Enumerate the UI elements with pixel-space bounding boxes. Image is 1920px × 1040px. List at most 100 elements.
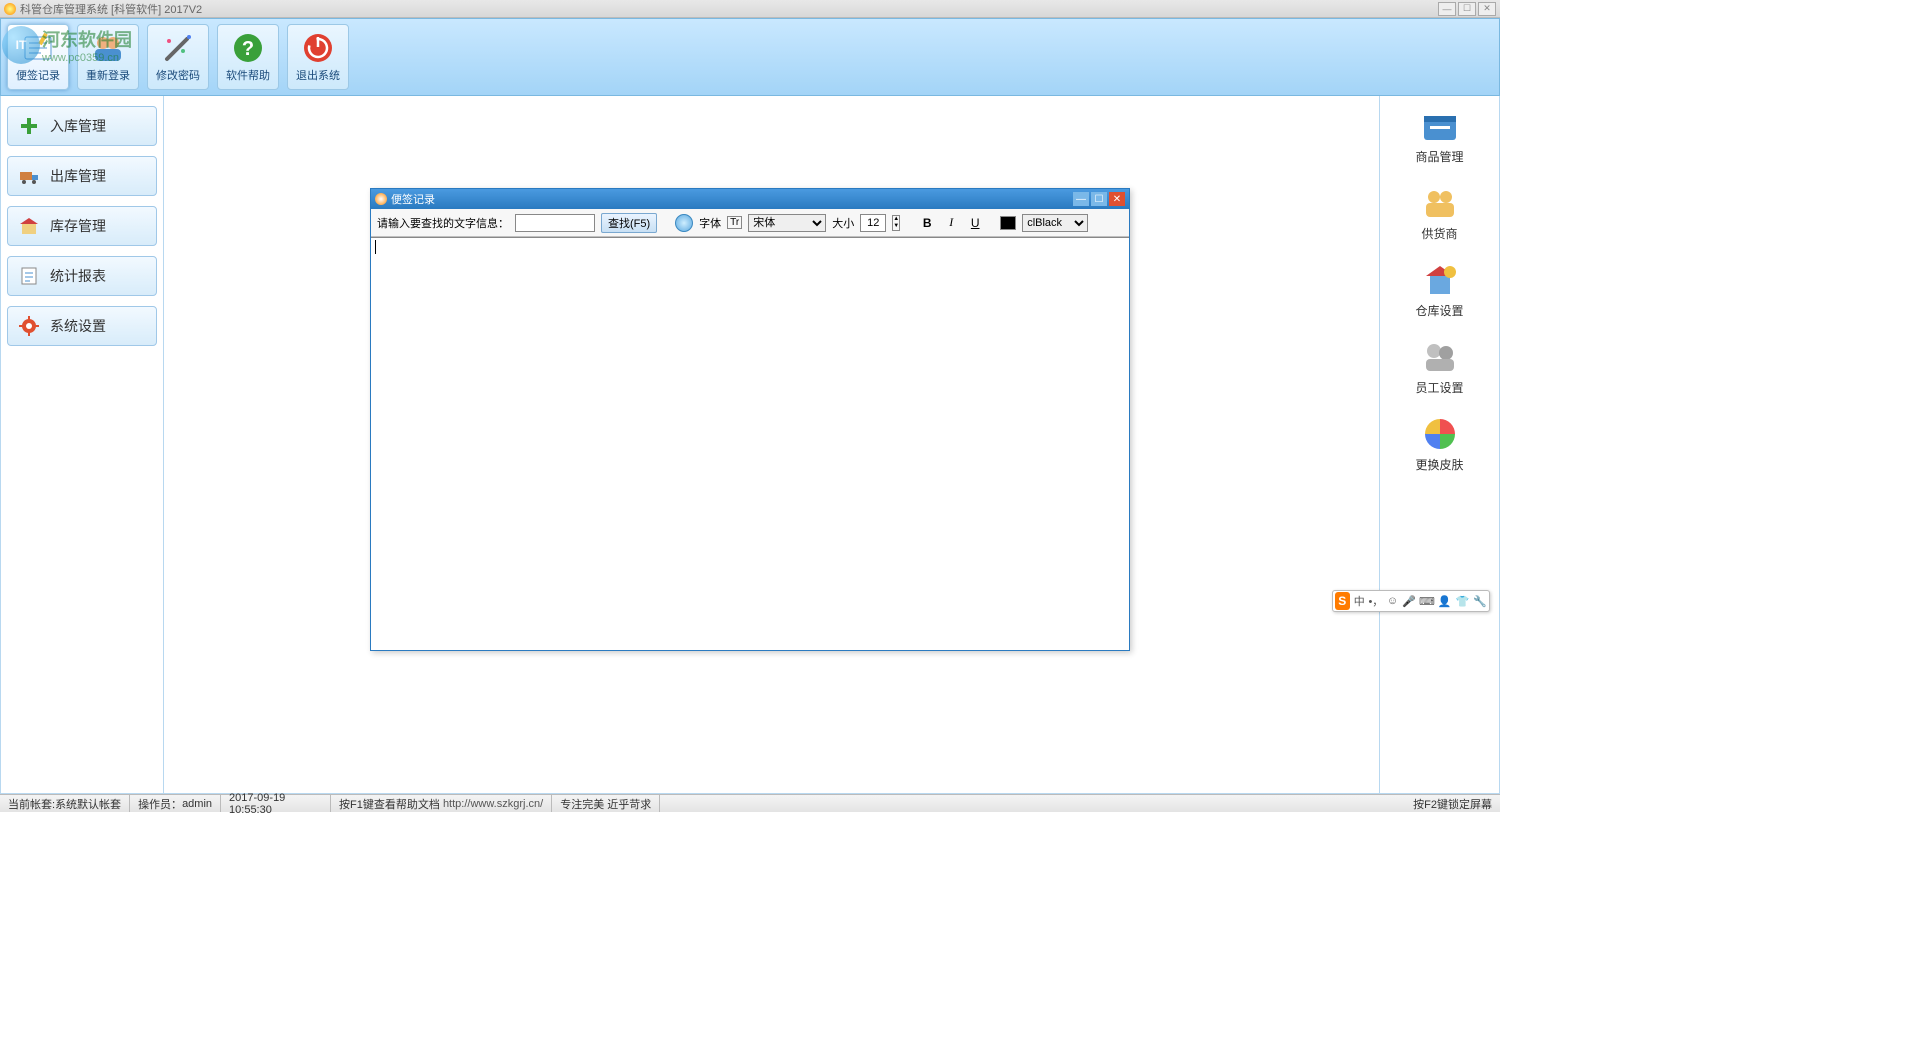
nav-report-label: 统计报表: [50, 266, 106, 286]
ime-user-icon[interactable]: 👤: [1438, 594, 1452, 608]
status-bar: 当前帐套: 系统默认帐套 操作员： admin 2017-09-19 10:55…: [0, 794, 1500, 812]
supplier-icon: [1420, 185, 1460, 221]
note-close-button[interactable]: ✕: [1109, 192, 1125, 206]
nav-settings-label: 系统设置: [50, 316, 106, 336]
skin-label: 更换皮肤: [1415, 456, 1463, 473]
skin-icon: [1420, 416, 1460, 452]
change-password-button[interactable]: 修改密码: [147, 24, 209, 90]
search-input[interactable]: [515, 214, 595, 232]
underline-button[interactable]: U: [966, 214, 984, 232]
nav-outbound-button[interactable]: 出库管理: [7, 156, 157, 196]
note-record-button[interactable]: 便签记录: [7, 24, 69, 90]
nav-report-button[interactable]: 统计报表: [7, 256, 157, 296]
note-icon: [21, 31, 55, 65]
operator-value: admin: [182, 798, 212, 810]
truck-icon: [18, 165, 40, 187]
staff-icon: [1420, 339, 1460, 375]
account-label: 当前帐套:: [8, 796, 55, 812]
svg-text:?: ?: [242, 38, 254, 60]
center-workspace: 便签记录 — ☐ ✕ 请输入要查找的文字信息： 查找(F5) 字体 Tr 宋体 …: [164, 96, 1380, 794]
slogan-text: 专注完美 近乎苛求: [560, 796, 651, 812]
status-operator: 操作员： admin: [130, 795, 221, 812]
report-icon: [18, 265, 40, 287]
minimize-button[interactable]: —: [1438, 2, 1456, 16]
exit-button[interactable]: 退出系统: [287, 24, 349, 90]
note-window-titlebar[interactable]: 便签记录 — ☐ ✕: [371, 189, 1129, 209]
status-lock-hint: 按F2键锁定屏幕: [1405, 796, 1500, 812]
help-button[interactable]: ? 软件帮助: [217, 24, 279, 90]
size-spinner[interactable]: ▲▼: [892, 215, 900, 231]
ime-skin-icon[interactable]: 👕: [1456, 594, 1470, 608]
window-controls: — ☐ ✕: [1436, 2, 1496, 16]
status-help-hint: 按F1键查看帮助文档 http://www.szkgrj.cn/: [331, 795, 552, 812]
staff-label: 员工设置: [1415, 379, 1463, 396]
text-cursor: [375, 240, 1127, 254]
ime-mic-icon[interactable]: 🎤: [1402, 594, 1416, 608]
exit-label: 退出系统: [296, 67, 340, 83]
ime-settings-icon[interactable]: 🔧: [1473, 594, 1487, 608]
datetime-value: 2017-09-19 10:55:30: [229, 792, 322, 816]
product-label: 商品管理: [1415, 148, 1463, 165]
help-hint-text: 按F1键查看帮助文档: [339, 796, 440, 812]
ime-emoji-icon[interactable]: ☺: [1387, 594, 1398, 608]
supplier-button[interactable]: 供货商: [1400, 185, 1480, 242]
ime-punct-icon[interactable]: •，: [1369, 594, 1383, 608]
lock-hint-text: 按F2键锁定屏幕: [1413, 799, 1492, 811]
close-button[interactable]: ✕: [1478, 2, 1496, 16]
ime-toolbar[interactable]: S 中 •， ☺ 🎤 ⌨ 👤 👕 🔧: [1332, 590, 1490, 612]
note-minimize-button[interactable]: —: [1073, 192, 1089, 206]
right-shortcut-panel: 商品管理 供货商 仓库设置 员工设置 更换皮肤: [1380, 96, 1500, 794]
note-toolbar: 请输入要查找的文字信息： 查找(F5) 字体 Tr 宋体 大小 ▲▼ B I U…: [371, 209, 1129, 237]
status-datetime: 2017-09-19 10:55:30: [221, 795, 331, 812]
users-icon: [91, 31, 125, 65]
font-type-icon: Tr: [727, 216, 742, 229]
main-toolbar: 便签记录 重新登录 修改密码 ? 软件帮助 退出系统: [0, 18, 1500, 96]
staff-setting-button[interactable]: 员工设置: [1400, 339, 1480, 396]
color-swatch[interactable]: [1000, 216, 1016, 230]
wand-icon: [161, 31, 195, 65]
nav-inbound-label: 入库管理: [50, 116, 106, 136]
nav-inbound-button[interactable]: 入库管理: [7, 106, 157, 146]
operator-label: 操作员：: [138, 796, 182, 812]
skin-button[interactable]: 更换皮肤: [1400, 416, 1480, 473]
clock-icon[interactable]: [675, 214, 693, 232]
relogin-label: 重新登录: [86, 67, 130, 83]
main-area: 入库管理 出库管理 库存管理 统计报表 系统设置 便签记录 —: [0, 96, 1500, 794]
nav-stock-button[interactable]: 库存管理: [7, 206, 157, 246]
window-titlebar: 科管仓库管理系统 [科管软件] 2017V2 — ☐ ✕: [0, 0, 1500, 18]
warehouse-setting-icon: [1420, 262, 1460, 298]
size-label: 大小: [832, 215, 854, 231]
note-window-title: 便签记录: [391, 191, 435, 207]
ime-lang-button[interactable]: 中: [1354, 594, 1365, 608]
warehouse-setting-button[interactable]: 仓库设置: [1400, 262, 1480, 319]
gear-icon: [18, 315, 40, 337]
note-maximize-button[interactable]: ☐: [1091, 192, 1107, 206]
status-account: 当前帐套: 系统默认帐套: [0, 795, 130, 812]
plus-icon: [18, 115, 40, 137]
relogin-button[interactable]: 重新登录: [77, 24, 139, 90]
left-nav-panel: 入库管理 出库管理 库存管理 统计报表 系统设置: [0, 96, 164, 794]
product-icon: [1420, 108, 1460, 144]
app-title: 科管仓库管理系统 [科管软件] 2017V2: [20, 1, 202, 17]
bold-button[interactable]: B: [918, 214, 936, 232]
help-label: 软件帮助: [226, 67, 270, 83]
nav-stock-label: 库存管理: [50, 216, 106, 236]
font-select[interactable]: 宋体: [748, 214, 826, 232]
ime-logo-icon[interactable]: S: [1335, 592, 1350, 610]
maximize-button[interactable]: ☐: [1458, 2, 1476, 16]
italic-button[interactable]: I: [942, 214, 960, 232]
font-size-input[interactable]: [860, 214, 886, 232]
help-url[interactable]: http://www.szkgrj.cn/: [443, 798, 543, 810]
search-button[interactable]: 查找(F5): [601, 213, 657, 233]
font-label: 字体: [699, 215, 721, 231]
nav-outbound-label: 出库管理: [50, 166, 106, 186]
nav-settings-button[interactable]: 系统设置: [7, 306, 157, 346]
supplier-label: 供货商: [1421, 225, 1457, 242]
color-select[interactable]: clBlack: [1022, 214, 1088, 232]
search-label: 请输入要查找的文字信息：: [377, 215, 509, 231]
password-label: 修改密码: [156, 67, 200, 83]
note-label: 便签记录: [16, 67, 60, 83]
ime-keyboard-icon[interactable]: ⌨: [1420, 594, 1434, 608]
product-manage-button[interactable]: 商品管理: [1400, 108, 1480, 165]
note-editor[interactable]: [371, 237, 1129, 650]
